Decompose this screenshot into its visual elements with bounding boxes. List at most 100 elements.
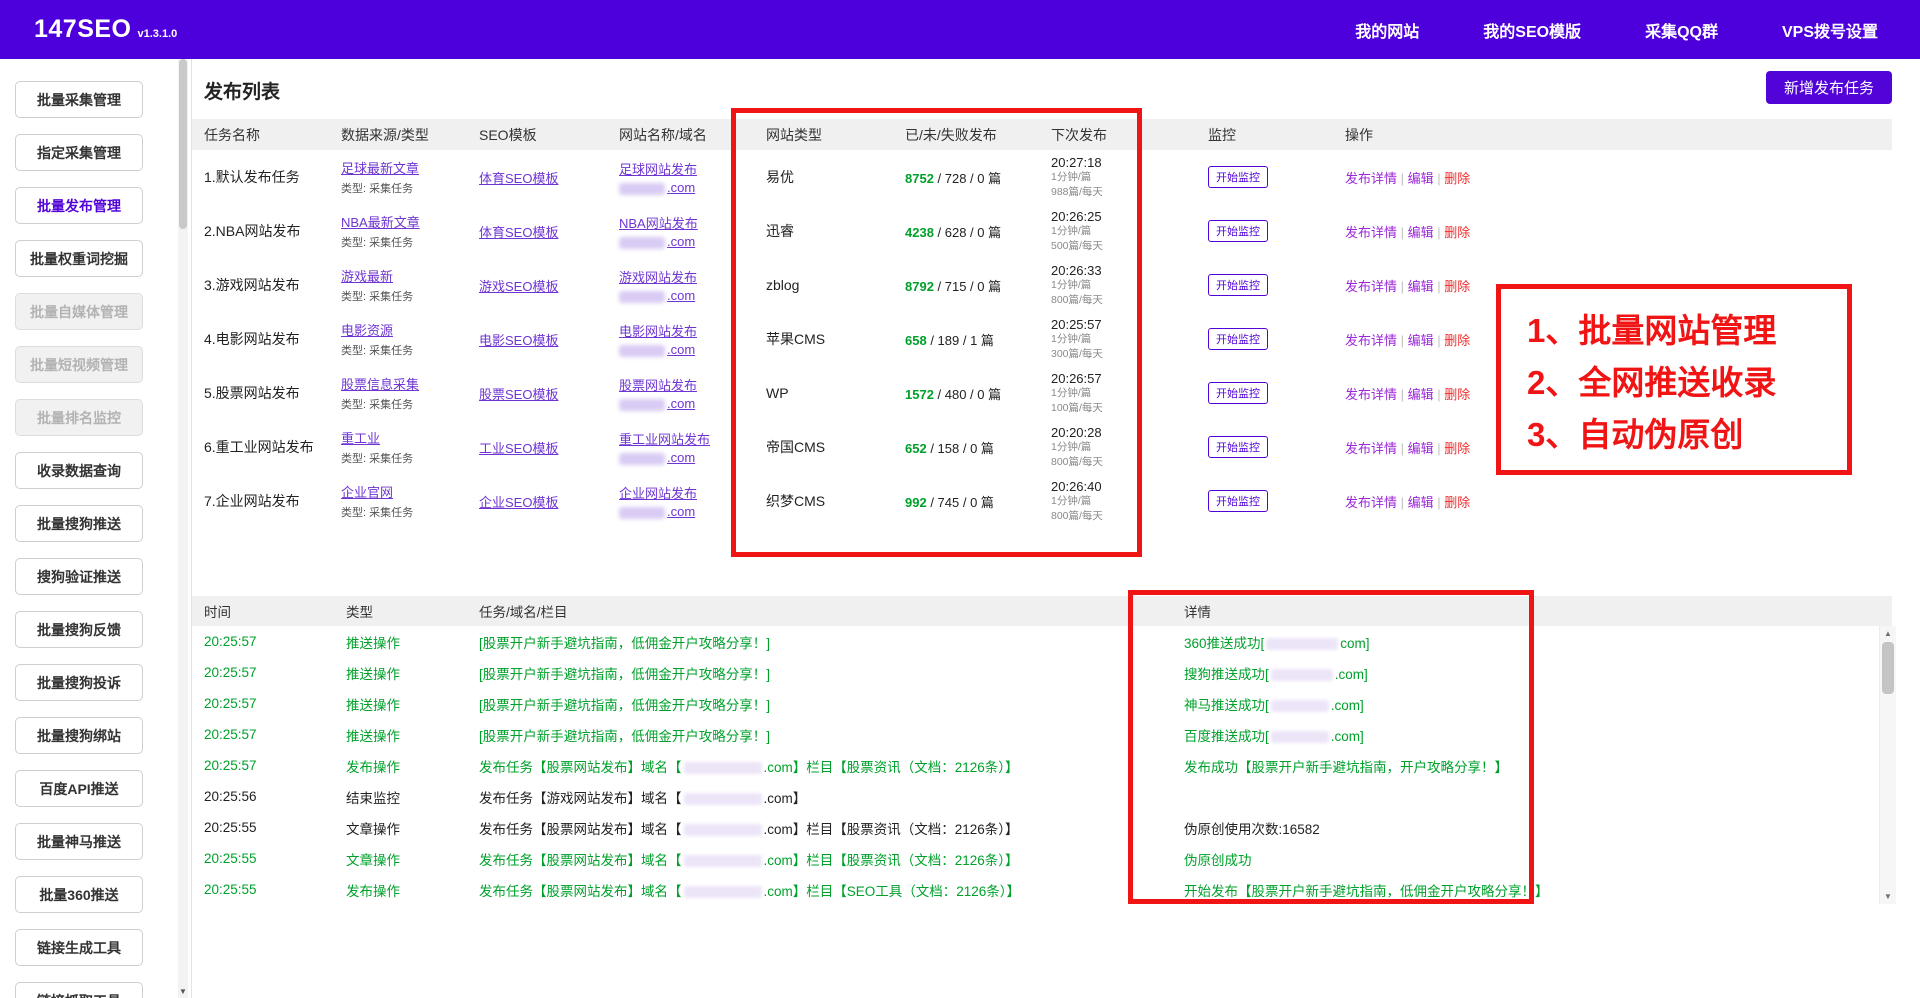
delete-link[interactable]: 删除: [1444, 495, 1470, 510]
edit-link[interactable]: 编辑: [1408, 225, 1434, 240]
publish-detail-link[interactable]: 发布详情: [1345, 495, 1397, 510]
log-text: 发布任务【股票网站发布】域名【: [479, 822, 682, 837]
publish-detail-link[interactable]: 发布详情: [1345, 387, 1397, 402]
next-publish-cell: 20:26:251分钟/篇500篇/每天: [1051, 209, 1208, 252]
site-name-link[interactable]: NBA网站发布: [619, 216, 698, 231]
sidebar-item-360-push[interactable]: 批量360推送: [15, 876, 143, 913]
delete-link[interactable]: 删除: [1444, 387, 1470, 402]
scroll-up-icon[interactable]: ▲: [1880, 629, 1896, 638]
redacted-text: [684, 793, 762, 805]
sidebar-item-sogou-push[interactable]: 批量搜狗推送: [15, 505, 143, 542]
seo-template-link[interactable]: 体育SEO模板: [479, 171, 558, 186]
sidebar-scroll-down-icon[interactable]: ▼: [178, 987, 188, 996]
publish-detail-link[interactable]: 发布详情: [1345, 441, 1397, 456]
sidebar-scrollbar[interactable]: ▼: [178, 59, 188, 998]
sidebar-item-assigned-collect[interactable]: 指定采集管理: [15, 134, 143, 171]
log-time: 20:25:57: [204, 727, 346, 742]
edit-link[interactable]: 编辑: [1408, 495, 1434, 510]
domain-link[interactable]: .com: [667, 288, 695, 303]
sidebar-item-baidu-api-push[interactable]: 百度API推送: [15, 770, 143, 807]
nav-collect-qq-group[interactable]: 采集QQ群: [1645, 18, 1718, 42]
log-type: 推送操作: [346, 632, 479, 652]
seo-template-link[interactable]: 电影SEO模板: [479, 333, 558, 348]
sidebar-item-sogou-verify-push[interactable]: 搜狗验证推送: [15, 558, 143, 595]
site-name-link[interactable]: 电影网站发布: [619, 324, 697, 339]
source-link[interactable]: 电影资源: [341, 323, 393, 338]
log-detail: 开始发布【股票开户新手避坑指南，低佣金开户攻略分享！】: [1184, 880, 1892, 900]
publish-detail-link[interactable]: 发布详情: [1345, 171, 1397, 186]
domain-link[interactable]: .com: [667, 342, 695, 357]
delete-link[interactable]: 删除: [1444, 279, 1470, 294]
edit-link[interactable]: 编辑: [1408, 441, 1434, 456]
start-monitor-button[interactable]: 开始监控: [1208, 220, 1268, 242]
nav-vps-dial-settings[interactable]: VPS拨号设置: [1782, 18, 1878, 42]
delete-link[interactable]: 删除: [1444, 441, 1470, 456]
publish-detail-link[interactable]: 发布详情: [1345, 225, 1397, 240]
start-monitor-button[interactable]: 开始监控: [1208, 328, 1268, 350]
site-name-link[interactable]: 游戏网站发布: [619, 270, 697, 285]
domain-link[interactable]: .com: [667, 504, 695, 519]
sidebar-item-sogou-complaint[interactable]: 批量搜狗投诉: [15, 664, 143, 701]
sidebar-item-sogou-feedback[interactable]: 批量搜狗反馈: [15, 611, 143, 648]
seo-template-link[interactable]: 股票SEO模板: [479, 387, 558, 402]
domain-link[interactable]: .com: [667, 180, 695, 195]
seo-template-link[interactable]: 工业SEO模板: [479, 441, 558, 456]
site-cell: 企业网站发布 .com: [619, 483, 766, 518]
start-monitor-button[interactable]: 开始监控: [1208, 166, 1268, 188]
seo-template-link[interactable]: 体育SEO模板: [479, 225, 558, 240]
publish-detail-link[interactable]: 发布详情: [1345, 333, 1397, 348]
edit-link[interactable]: 编辑: [1408, 279, 1434, 294]
actions-cell: 发布详情 | 编辑 | 删除: [1345, 492, 1892, 511]
seo-template-link[interactable]: 企业SEO模板: [479, 495, 558, 510]
sidebar-item-batch-collect[interactable]: 批量采集管理: [15, 81, 143, 118]
start-monitor-button[interactable]: 开始监控: [1208, 382, 1268, 404]
sidebar-item-batch-publish[interactable]: 批量发布管理: [15, 187, 143, 224]
scroll-down-icon[interactable]: ▼: [1880, 892, 1896, 901]
site-name-link[interactable]: 企业网站发布: [619, 486, 697, 501]
log-scrollbar[interactable]: ▲ ▼: [1879, 626, 1896, 904]
log-scrollbar-thumb[interactable]: [1882, 642, 1894, 694]
publish-detail-link[interactable]: 发布详情: [1345, 279, 1397, 294]
source-link[interactable]: 游戏最新: [341, 269, 393, 284]
log-text: .com】栏目【股票资讯（文档：2126条）】: [764, 822, 1019, 837]
start-monitor-button[interactable]: 开始监控: [1208, 436, 1268, 458]
source-link[interactable]: 重工业: [341, 431, 380, 446]
monitor-cell: 开始监控: [1208, 274, 1345, 296]
source-link[interactable]: NBA最新文章: [341, 215, 420, 230]
publish-count-cell: 652 / 158 / 0 篇: [905, 438, 1051, 457]
sidebar-item-weight-keyword-mining[interactable]: 批量权重词挖掘: [15, 240, 143, 277]
redacted-domain: [619, 507, 665, 519]
sidebar-item-link-grab[interactable]: 链接抓取工具: [15, 982, 143, 998]
source-link[interactable]: 足球最新文章: [341, 161, 419, 176]
seo-template-link[interactable]: 游戏SEO模板: [479, 279, 558, 294]
domain-link[interactable]: .com: [667, 234, 695, 249]
start-monitor-button[interactable]: 开始监控: [1208, 490, 1268, 512]
header-nav: 我的网站 我的SEO模版 采集QQ群 VPS拨号设置: [1355, 18, 1878, 42]
separator: |: [1434, 441, 1445, 456]
nav-my-seo-templates[interactable]: 我的SEO模版: [1483, 18, 1581, 42]
sidebar-scrollbar-thumb[interactable]: [179, 59, 187, 229]
delete-link[interactable]: 删除: [1444, 171, 1470, 186]
domain-link[interactable]: .com: [667, 396, 695, 411]
add-publish-task-button[interactable]: 新增发布任务: [1766, 71, 1892, 104]
sidebar-item-shenma-push[interactable]: 批量神马推送: [15, 823, 143, 860]
edit-link[interactable]: 编辑: [1408, 387, 1434, 402]
nav-my-websites[interactable]: 我的网站: [1355, 18, 1419, 42]
site-name-link[interactable]: 重工业网站发布: [619, 432, 710, 447]
edit-link[interactable]: 编辑: [1408, 171, 1434, 186]
publish-task-row: 1.默认发布任务足球最新文章类型: 采集任务体育SEO模板足球网站发布.com易…: [192, 150, 1892, 204]
site-name-link[interactable]: 足球网站发布: [619, 162, 697, 177]
domain-link[interactable]: .com: [667, 450, 695, 465]
delete-link[interactable]: 删除: [1444, 333, 1470, 348]
site-name-link[interactable]: 股票网站发布: [619, 378, 697, 393]
start-monitor-button[interactable]: 开始监控: [1208, 274, 1268, 296]
source-link[interactable]: 企业官网: [341, 485, 393, 500]
delete-link[interactable]: 删除: [1444, 225, 1470, 240]
source-cell: 足球最新文章类型: 采集任务: [341, 158, 479, 196]
source-link[interactable]: 股票信息采集: [341, 377, 419, 392]
sidebar-item-link-generate[interactable]: 链接生成工具: [15, 929, 143, 966]
sidebar-item-sogou-bind-site[interactable]: 批量搜狗绑站: [15, 717, 143, 754]
edit-link[interactable]: 编辑: [1408, 333, 1434, 348]
pending-failed-count: / 628 / 0 篇: [934, 225, 1001, 240]
sidebar-item-index-data-query[interactable]: 收录数据查询: [15, 452, 143, 489]
